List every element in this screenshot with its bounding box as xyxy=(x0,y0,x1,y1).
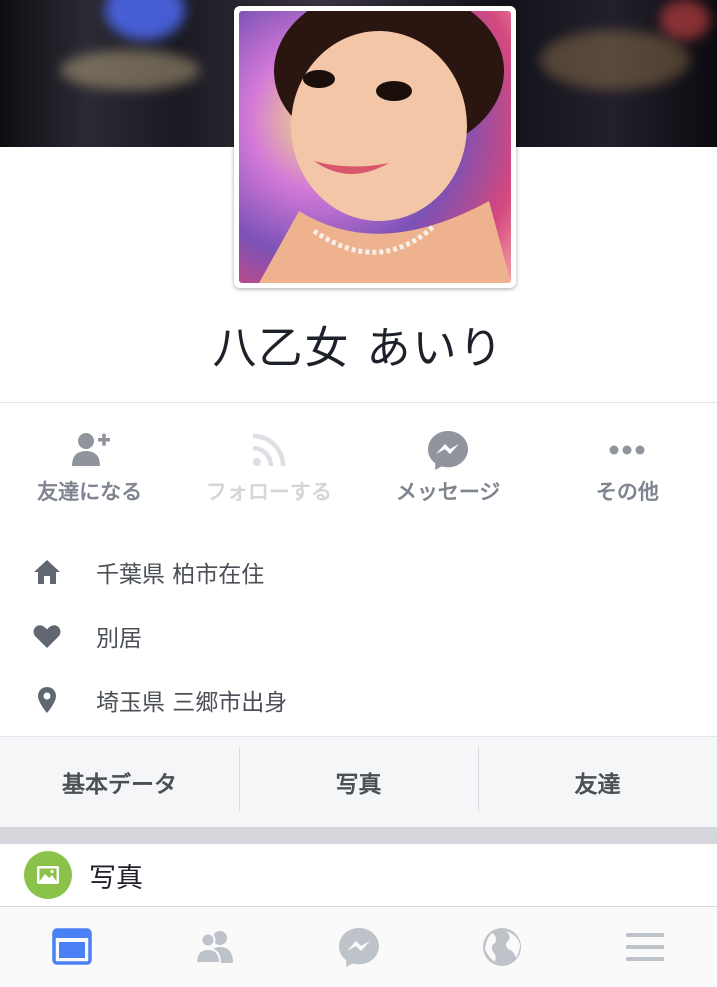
photos-section-title: 写真 xyxy=(89,862,143,894)
relationship-text: 別居 xyxy=(96,626,142,652)
menu-icon xyxy=(626,933,665,961)
tab-friends[interactable]: 友達 xyxy=(478,747,717,811)
residence-text: 千葉県 柏市在住 xyxy=(96,562,265,588)
profile-name: 八乙女 あいり xyxy=(212,323,505,374)
bottom-navigation xyxy=(0,906,717,987)
news-feed-icon xyxy=(51,928,92,965)
photo-icon xyxy=(24,851,72,899)
more-icon xyxy=(609,445,645,455)
messenger-icon xyxy=(338,928,379,967)
more-button[interactable]: その他 xyxy=(538,428,717,518)
photos-section-header[interactable]: 写真 xyxy=(0,844,717,906)
profile-tabs: 基本データ 写真 友達 xyxy=(0,736,717,827)
add-friend-label: 友達になる xyxy=(37,480,143,504)
home-icon xyxy=(34,560,60,584)
message-button[interactable]: メッセージ xyxy=(359,428,538,518)
tab-about[interactable]: 基本データ xyxy=(0,765,239,799)
nav-friends[interactable] xyxy=(143,925,286,969)
tab-photos[interactable]: 写真 xyxy=(239,747,478,811)
divider xyxy=(0,402,717,403)
follow-button[interactable]: フォローする xyxy=(179,428,358,518)
location-pin-icon xyxy=(38,687,56,713)
heart-icon xyxy=(33,625,61,648)
more-label: その他 xyxy=(595,480,659,504)
section-separator xyxy=(0,827,717,844)
profile-info-list: 千葉県 柏市在住 別居 埼玉県 三郷市出身 xyxy=(0,540,717,732)
nav-news-feed[interactable] xyxy=(0,925,143,969)
info-row-hometown[interactable]: 埼玉県 三郷市出身 xyxy=(0,668,717,732)
nav-messenger[interactable] xyxy=(287,925,430,969)
message-label: メッセージ xyxy=(395,480,501,504)
info-row-residence[interactable]: 千葉県 柏市在住 xyxy=(0,540,717,604)
nav-menu[interactable] xyxy=(574,925,717,969)
info-row-relationship[interactable]: 別居 xyxy=(0,604,717,668)
profile-photo-image xyxy=(239,11,511,283)
add-friend-button[interactable]: 友達になる xyxy=(0,428,179,518)
profile-picture[interactable] xyxy=(234,6,516,288)
follow-label: フォローする xyxy=(205,480,332,504)
nav-notifications[interactable] xyxy=(430,925,573,969)
friends-icon xyxy=(195,931,234,964)
profile-actions: 友達になる フォローする メッセージ その他 xyxy=(0,428,717,518)
messenger-icon xyxy=(428,431,469,470)
follow-rss-icon xyxy=(252,433,286,467)
add-friend-icon xyxy=(71,433,110,466)
hometown-text: 埼玉県 三郷市出身 xyxy=(96,690,288,716)
globe-icon xyxy=(482,928,521,966)
